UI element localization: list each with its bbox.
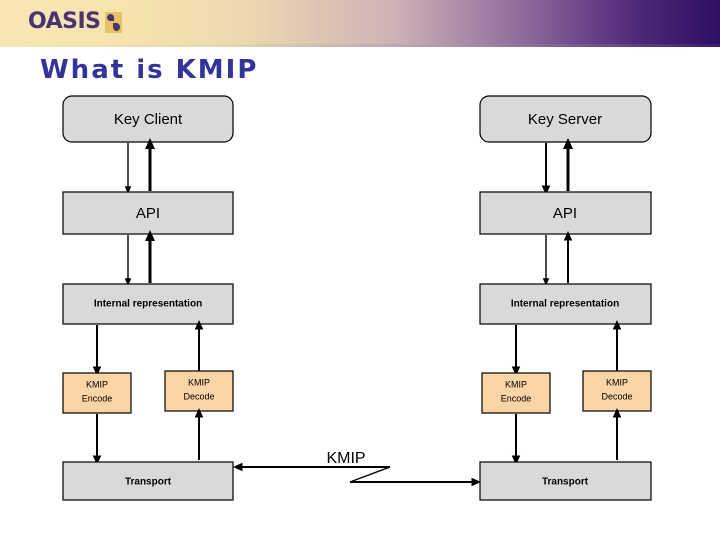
kmip-protocol-label: KMIP [326, 450, 365, 467]
node-key-client[interactable]: Key Client [62, 95, 234, 143]
node-right-kmip-encode[interactable]: KMIP Encode [481, 372, 551, 414]
node-left-transport-label: Transport [125, 477, 172, 488]
node-right-kmip-decode-label-line1: KMIP [606, 377, 628, 387]
oasis-logo: OASIS [28, 8, 122, 36]
node-right-internal-label: Internal representation [511, 299, 619, 310]
node-key-server[interactable]: Key Server [479, 95, 652, 143]
node-left-kmip-decode-label-line1: KMIP [188, 377, 210, 387]
node-right-kmip-encode-label-line1: KMIP [505, 379, 527, 389]
node-right-transport-label: Transport [542, 477, 589, 488]
kmip-protocol-link: KMIP [233, 450, 481, 487]
node-right-api-label: API [553, 205, 577, 222]
right-stack-key-server: Key Server API Internal representation K… [479, 95, 652, 501]
node-left-api[interactable]: API [62, 191, 234, 235]
node-left-internal-label: Internal representation [94, 299, 202, 310]
kmip-link-diagonal [349, 466, 391, 483]
node-left-kmip-encode-label-line2: Encode [82, 393, 113, 403]
node-left-transport[interactable]: Transport [62, 461, 234, 501]
left-stack-key-client: Key Client API Internal representation K… [62, 95, 234, 501]
node-right-api[interactable]: API [479, 191, 652, 235]
node-key-client-label: Key Client [114, 111, 183, 128]
node-left-kmip-decode[interactable]: KMIP Decode [164, 370, 234, 412]
node-left-kmip-decode-label-line2: Decode [183, 391, 214, 401]
oasis-logo-mark-icon [104, 11, 122, 33]
oasis-logo-text: OASIS [28, 9, 101, 34]
oasis-header-banner: OASIS [0, 0, 720, 44]
node-right-kmip-decode-label-line2: Decode [601, 391, 632, 401]
kmip-architecture-diagram: Key Client API Internal representation K… [62, 95, 652, 501]
node-left-kmip-encode[interactable]: KMIP Encode [62, 372, 132, 414]
page-title: What is KMIP [40, 55, 259, 85]
node-right-internal-representation[interactable]: Internal representation [479, 283, 652, 325]
banner-underline [0, 44, 720, 47]
node-right-kmip-encode-label-line2: Encode [501, 393, 532, 403]
node-left-internal-representation[interactable]: Internal representation [62, 283, 234, 325]
node-right-kmip-decode[interactable]: KMIP Decode [582, 370, 652, 412]
node-left-api-label: API [136, 205, 160, 222]
node-right-transport[interactable]: Transport [479, 461, 652, 501]
node-key-server-label: Key Server [528, 111, 602, 128]
node-left-kmip-encode-label-line1: KMIP [86, 379, 108, 389]
